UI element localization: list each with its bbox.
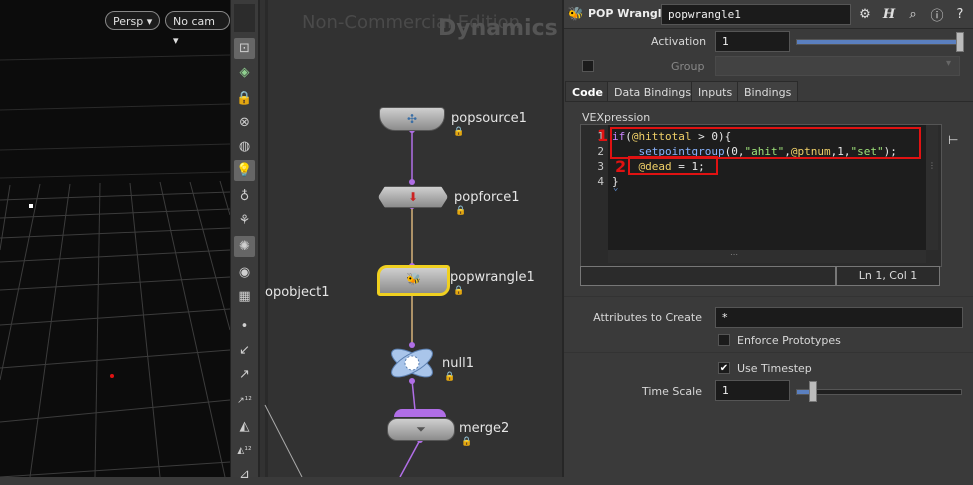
attributes-to-create-field[interactable]: *: [715, 307, 963, 328]
dropdown-arrow-icon[interactable]: ▾: [946, 58, 951, 69]
null-node-icon: [391, 348, 433, 378]
point-numbers-icon[interactable]: ↗¹²: [234, 390, 255, 411]
vexpression-label: VEXpression: [582, 111, 651, 124]
node-label-popforce: popforce1: [454, 190, 520, 205]
particle-point: [29, 204, 33, 208]
activation-field[interactable]: 1: [715, 31, 790, 52]
enforce-prototypes-checkbox[interactable]: [718, 334, 730, 346]
display-mode-icon[interactable]: ◈: [234, 62, 255, 83]
node-null[interactable]: [388, 346, 436, 380]
viewport-toolbar: ⊡ ◈ 🔒 ⊗ ◍ 💡 ♁ ⚘ ✺ ◉ ▦ • ↙ ↗ ↗¹² ◭ ◭¹² ⊿: [230, 0, 258, 482]
help-icon[interactable]: ?: [951, 5, 969, 23]
node-label-popwrangle: popwrangle1: [450, 270, 535, 285]
lock-icon[interactable]: 🔒: [234, 88, 255, 109]
gear-icon[interactable]: ⚙: [856, 5, 874, 23]
lights-icon[interactable]: ⚘: [234, 210, 255, 231]
merge-funnel-icon: ⏷: [416, 422, 426, 436]
node-popwrangle[interactable]: 🐝: [377, 265, 450, 296]
node-lock-icon: 🔒: [453, 286, 465, 296]
popforce-icon: ⬇: [407, 190, 419, 204]
camera-icon[interactable]: ◍: [234, 136, 255, 157]
line-number: 3: [597, 160, 604, 173]
attributes-to-create-label: Attributes to Create: [593, 311, 702, 324]
help-h-icon[interactable]: H: [880, 5, 898, 23]
tab-divider: [565, 101, 973, 102]
status-bar-left: [580, 266, 836, 286]
code-vertical-scrollbar[interactable]: ⋮: [926, 125, 938, 250]
scene-viewport[interactable]: Persp ▾ No cam ▾: [0, 0, 230, 477]
activation-label: Activation: [651, 35, 707, 48]
annotation-number-2: 2: [615, 157, 627, 176]
tab-data-bindings[interactable]: Data Bindings: [607, 81, 699, 102]
tab-bindings[interactable]: Bindings: [737, 81, 799, 102]
popsource-icon: ✣: [406, 112, 418, 126]
guides-icon[interactable]: ⊿: [234, 464, 255, 485]
viewport-grid: [0, 54, 230, 477]
annotation-box-1: [610, 127, 921, 159]
node-lock-icon: 🔒: [461, 437, 473, 447]
info-icon[interactable]: ⓘ: [928, 5, 946, 24]
group-label: Group: [671, 60, 705, 73]
time-scale-slider-handle[interactable]: [809, 381, 817, 402]
scroll-grip-icon: ⋯: [730, 250, 738, 259]
enforce-prototypes-label: Enforce Prototypes: [737, 334, 841, 347]
point-display-icon[interactable]: •: [234, 316, 255, 337]
light-add-icon[interactable]: ♁: [234, 186, 255, 207]
node-type-label: POP Wrangle: [588, 7, 670, 20]
section-divider: [564, 352, 973, 353]
toolbar-scroll-icon[interactable]: [234, 4, 255, 32]
network-editor[interactable]: Non-Commercial Edition Dynamics opobject…: [258, 0, 564, 477]
camera-menu-button[interactable]: No cam ▾: [165, 11, 230, 47]
vectors-icon[interactable]: ↗: [234, 364, 255, 385]
code-horizontal-scrollbar[interactable]: ⋯: [608, 250, 926, 263]
light-bulb-icon[interactable]: 💡: [234, 160, 255, 181]
time-scale-label: Time Scale: [641, 385, 702, 398]
close-icon[interactable]: ⊗: [234, 112, 255, 133]
snapshot-icon[interactable]: ▦: [234, 286, 255, 307]
group-field[interactable]: [715, 56, 960, 76]
render-shading-icon[interactable]: ✺: [234, 236, 255, 257]
activation-slider-fill: [797, 40, 961, 44]
snippet-menu-icon[interactable]: ⊢: [948, 133, 958, 147]
activation-slider-handle[interactable]: [956, 32, 964, 52]
merge-input-bar[interactable]: [394, 409, 446, 417]
time-scale-slider[interactable]: [796, 389, 962, 395]
select-mode-icon[interactable]: ⊡: [234, 38, 255, 59]
annotation-box-2: [628, 156, 718, 175]
particle-point-hit: [110, 374, 114, 378]
use-timestep-checkbox[interactable]: ✔: [718, 362, 730, 374]
group-enable-checkbox[interactable]: [582, 60, 594, 72]
scroll-grip-icon: ⋮: [928, 161, 936, 170]
node-label-merge: merge2: [459, 421, 510, 436]
node-lock-icon: 🔒: [453, 127, 465, 137]
line-number: 4: [597, 175, 604, 188]
node-label-null: null1: [442, 356, 474, 371]
prim-numbers-icon[interactable]: ◭¹²: [234, 440, 255, 461]
node-popsource[interactable]: ✣: [379, 107, 445, 131]
node-label-popsource: popsource1: [451, 111, 527, 126]
normals-icon[interactable]: ↙: [234, 340, 255, 361]
annotation-number-1: 1: [597, 126, 609, 145]
node-name-field[interactable]: popwrangle1: [661, 4, 851, 25]
cursor-position-status: Ln 1, Col 1: [836, 266, 940, 286]
node-lock-icon: 🔒: [444, 372, 456, 382]
activation-slider[interactable]: [796, 39, 962, 45]
tab-inputs[interactable]: Inputs: [691, 81, 740, 102]
line-number: 2: [597, 145, 604, 158]
pop-wrangle-type-icon: 🐝: [567, 6, 585, 22]
time-scale-field[interactable]: 1: [715, 380, 790, 401]
node-popforce[interactable]: ⬇: [378, 186, 448, 208]
popwrangle-icon: 🐝: [406, 272, 421, 286]
node-merge[interactable]: ⏷: [387, 418, 455, 441]
use-timestep-label: Use Timestep: [737, 362, 812, 375]
tab-code[interactable]: Code: [565, 81, 610, 102]
text-cursor-icon: ⌄: [613, 183, 619, 193]
visibility-icon[interactable]: ◉: [234, 262, 255, 283]
prim-display-icon[interactable]: ◭: [234, 416, 255, 437]
persp-menu-button[interactable]: Persp ▾: [105, 11, 161, 30]
search-icon[interactable]: ⌕: [904, 5, 922, 23]
node-wires: [264, 127, 423, 477]
section-divider: [564, 296, 973, 297]
node-lock-icon: 🔒: [455, 206, 467, 216]
